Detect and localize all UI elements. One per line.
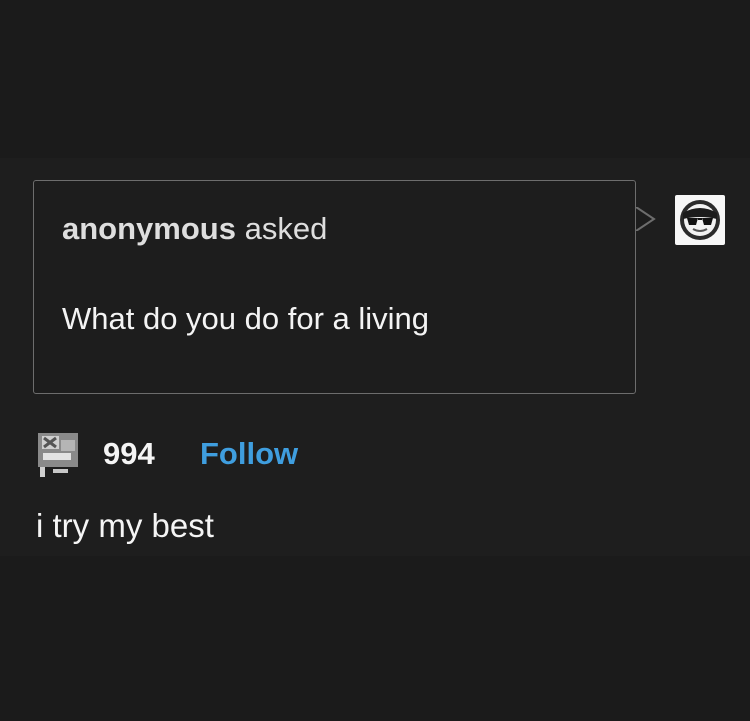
avatar[interactable]	[675, 195, 725, 245]
follow-button[interactable]: Follow	[200, 436, 298, 472]
note-count[interactable]: 994	[103, 436, 155, 472]
question-text: What do you do for a living	[62, 301, 430, 336]
answer-text: i try my best	[36, 507, 214, 544]
asker-line: anonymous asked	[62, 211, 327, 247]
sunglasses-face-icon	[680, 200, 720, 240]
ask-pointer	[636, 207, 656, 231]
asker-name[interactable]: anonymous	[62, 211, 236, 246]
asked-label: asked	[244, 211, 328, 246]
reblog-icon[interactable]	[36, 430, 89, 478]
